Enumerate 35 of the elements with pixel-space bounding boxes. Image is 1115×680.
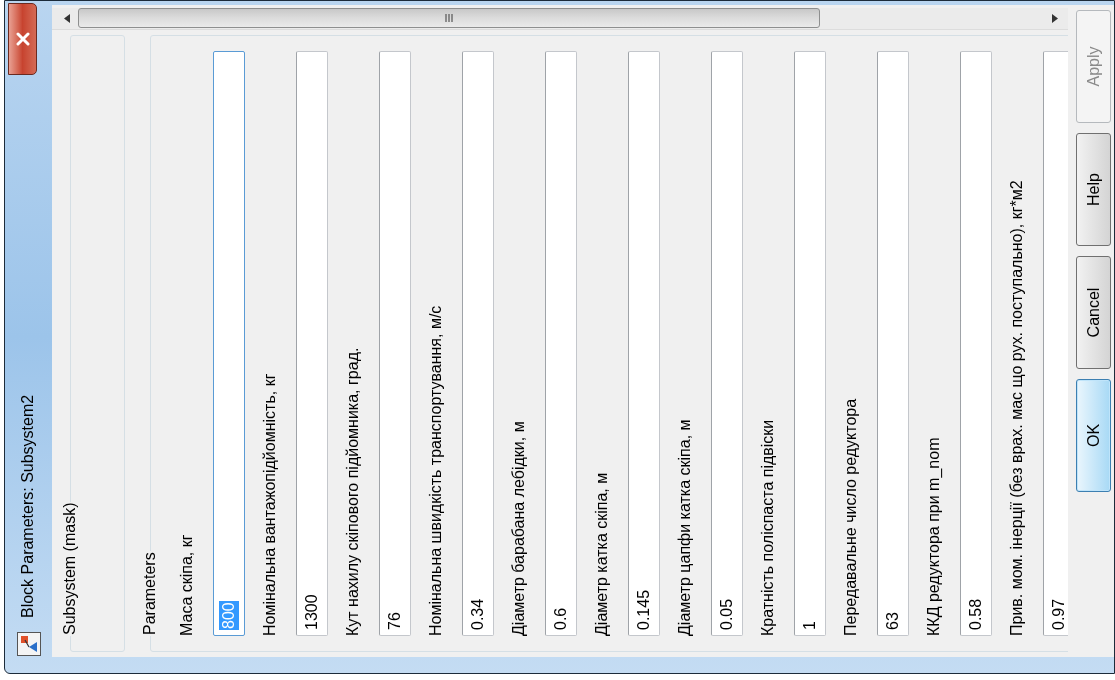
scroll-up-arrow-icon[interactable] bbox=[64, 14, 70, 23]
input-field[interactable]: 0.6 bbox=[545, 51, 577, 636]
scroll-down-arrow-icon[interactable] bbox=[1052, 14, 1058, 23]
dialog-button[interactable]: Cancel bbox=[1076, 256, 1111, 369]
parameter-label: Діаметр цапфи катка скіпа, м bbox=[675, 418, 694, 636]
parameter-label: Передавальне число редуктора bbox=[841, 397, 860, 636]
input-field[interactable]: 0.58 bbox=[960, 51, 992, 636]
dialog-button[interactable]: OK bbox=[1076, 379, 1111, 492]
parameter-label: Кратність поліспаста підвіски bbox=[758, 418, 777, 636]
close-icon bbox=[15, 32, 30, 46]
input-field[interactable]: 76 bbox=[379, 51, 411, 636]
parameter-label: Діаметр барабана лебідки, м bbox=[509, 420, 528, 636]
scrollbar[interactable] bbox=[52, 8, 1068, 30]
parameter-label: Діаметр катка скіпа, м bbox=[592, 471, 611, 636]
parameter-label: Номінальна швидкість транспортування, м/с bbox=[426, 304, 445, 636]
input-field[interactable]: 0.05 bbox=[711, 51, 743, 636]
input-field[interactable]: 1 bbox=[794, 51, 826, 636]
input-field[interactable]: 0.145 bbox=[628, 51, 660, 636]
parameter-label: Кут нахилу скіпового підйомника, град. bbox=[343, 346, 362, 636]
dialog-button[interactable]: Help bbox=[1076, 133, 1111, 246]
grip-icon bbox=[445, 14, 453, 23]
scrollbar-thumb[interactable] bbox=[78, 8, 820, 29]
group-title: Parameters bbox=[141, 551, 159, 636]
input-field[interactable]: 1300 bbox=[296, 51, 328, 636]
group-title: Subsystem (mask) bbox=[61, 501, 79, 636]
close-button[interactable] bbox=[8, 3, 37, 75]
input-field[interactable]: 63 bbox=[877, 51, 909, 636]
parameter-label: Номінальна вантажопідйомність, кг bbox=[260, 372, 279, 636]
input-field[interactable]: 0.34 bbox=[462, 51, 494, 636]
window-title: Block Parameters: Subsystem2 bbox=[19, 394, 37, 618]
parameter-label: Маса скіпа, кг bbox=[177, 533, 196, 636]
input-field[interactable]: 0.97 bbox=[1043, 51, 1068, 636]
parameter-label: Прив. мом. інерції (без врах. мас що рух. поступально), кг*м2 bbox=[1007, 179, 1026, 636]
parameter-label: ККД редуктора при m_nom bbox=[924, 436, 943, 636]
block-icon bbox=[17, 632, 41, 656]
